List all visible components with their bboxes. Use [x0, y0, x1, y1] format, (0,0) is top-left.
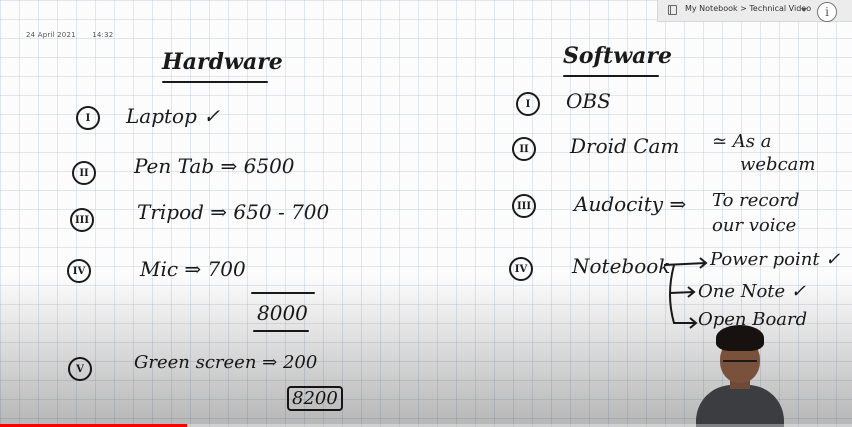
- webcam-presenter-glasses: [723, 360, 757, 370]
- page-date-stamp: 24 April 2021 14:32: [26, 31, 113, 39]
- chevron-down-icon[interactable]: [801, 8, 807, 12]
- subtotal-line: [251, 292, 315, 294]
- subtotal-underline: [253, 330, 309, 332]
- hardware-item-laptop: Laptop ✓: [126, 104, 221, 128]
- webcam-presenter-hair: [716, 325, 764, 351]
- hardware-item-pen-tab: Pen Tab ⇒ 6500: [134, 154, 295, 178]
- hardware-item-4-number: IV: [67, 259, 91, 283]
- hardware-heading-underline: [162, 81, 268, 83]
- hardware-heading: Hardware: [162, 49, 283, 75]
- software-item-audacity: Audocity ⇒: [574, 192, 687, 216]
- info-icon[interactable]: i: [817, 2, 837, 22]
- software-item-droid-cam: Droid Cam: [570, 134, 680, 158]
- software-item-notebook: Notebook: [572, 254, 671, 278]
- software-item-3-number: III: [512, 194, 536, 218]
- software-item-1-number: I: [516, 92, 540, 116]
- software-item-4-number: IV: [509, 257, 533, 281]
- audacity-note-line2: our voice: [712, 215, 797, 236]
- hardware-item-3-number: III: [70, 208, 94, 232]
- hardware-item-5-number: V: [68, 357, 92, 381]
- droidcam-note-line1: ≃ As a: [712, 131, 772, 152]
- audacity-note-line1: To record: [712, 190, 800, 211]
- hardware-subtotal: 8000: [257, 301, 308, 325]
- notebook-branch-powerpoint: Power point ✓: [710, 249, 841, 270]
- hardware-item-green-screen: Green screen ⇒ 200: [134, 352, 318, 373]
- webcam-overlay: [692, 315, 788, 427]
- notebook-branch-onenote: One Note ✓: [698, 281, 806, 302]
- webcam-presenter-shirt: [696, 385, 784, 427]
- software-item-2-number: II: [512, 137, 536, 161]
- hardware-item-tripod: Tripod ⇒ 650 - 700: [137, 200, 330, 224]
- hardware-total-box: 8200: [287, 386, 343, 411]
- hardware-item-1-number: I: [76, 106, 100, 130]
- droidcam-note-line2: webcam: [740, 154, 816, 175]
- notebook-icon: [668, 5, 677, 15]
- page-time: 14:32: [92, 31, 114, 39]
- breadcrumb[interactable]: My Notebook > Technical Video: [685, 4, 811, 13]
- page-date: 24 April 2021: [26, 31, 76, 39]
- software-item-obs: OBS: [566, 89, 611, 113]
- hardware-item-mic: Mic ⇒ 700: [140, 257, 246, 281]
- hardware-item-2-number: II: [72, 161, 96, 185]
- software-heading-underline: [563, 75, 659, 77]
- software-heading: Software: [563, 43, 672, 69]
